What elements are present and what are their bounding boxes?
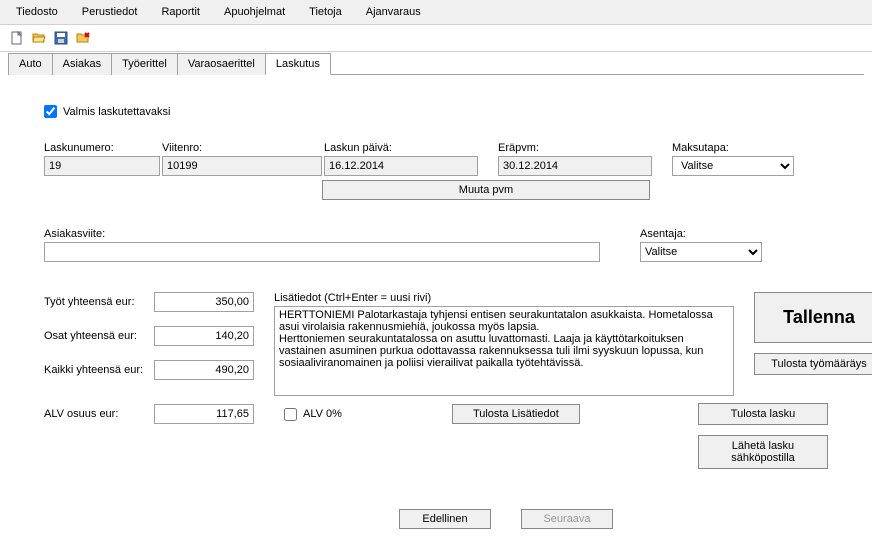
save-icon[interactable] bbox=[52, 29, 70, 47]
tabbar: Auto Asiakas Työerittel Varaosaerittel L… bbox=[0, 52, 872, 74]
ref-no-label: Viitenro: bbox=[162, 142, 322, 154]
lisatiedot-textarea[interactable]: HERTTONIEMI Palotarkastaja tyhjensi enti… bbox=[274, 306, 734, 396]
installer-label: Asentaja: bbox=[640, 228, 762, 240]
open-icon[interactable] bbox=[30, 29, 48, 47]
tab-varaosaerittel[interactable]: Varaosaerittel bbox=[177, 53, 266, 75]
tab-tyoerittel[interactable]: Työerittel bbox=[111, 53, 178, 75]
ready-checkbox-label[interactable]: Valmis laskutettavaksi bbox=[44, 105, 828, 118]
menu-perustiedot[interactable]: Perustiedot bbox=[70, 2, 150, 22]
tab-auto[interactable]: Auto bbox=[8, 53, 53, 75]
tab-laskutus[interactable]: Laskutus bbox=[265, 53, 331, 75]
vat-input bbox=[154, 404, 254, 424]
installer-select[interactable]: Valitse bbox=[640, 242, 762, 262]
tulosta-lisatiedot-button[interactable]: Tulosta Lisätiedot bbox=[452, 404, 580, 424]
toolbar bbox=[0, 25, 872, 52]
customer-ref-input[interactable] bbox=[44, 242, 600, 262]
parts-total-input bbox=[154, 326, 254, 346]
alv0-checkbox[interactable] bbox=[284, 408, 297, 421]
invoice-no-input[interactable] bbox=[44, 156, 160, 176]
all-total-input bbox=[154, 360, 254, 380]
laheta-sahkoposti-button[interactable]: Lähetä lasku sähköpostilla bbox=[698, 435, 828, 469]
invoice-date-label: Laskun päivä: bbox=[324, 142, 478, 154]
due-date-input[interactable] bbox=[498, 156, 652, 176]
tab-asiakas[interactable]: Asiakas bbox=[52, 53, 113, 75]
tallenna-button[interactable]: Tallenna bbox=[754, 292, 872, 343]
parts-total-label: Osat yhteensä eur: bbox=[44, 330, 154, 342]
work-total-input bbox=[154, 292, 254, 312]
tulosta-tyomaarays-button[interactable]: Tulosta työmääräys bbox=[754, 353, 872, 375]
delete-icon[interactable] bbox=[74, 29, 92, 47]
invoice-no-label: Laskunumero: bbox=[44, 142, 160, 154]
vat-label: ALV osuus eur: bbox=[44, 408, 154, 420]
menubar: Tiedosto Perustiedot Raportit Apuohjelma… bbox=[0, 0, 872, 25]
ref-no-input[interactable] bbox=[162, 156, 322, 176]
menu-raportit[interactable]: Raportit bbox=[149, 2, 212, 22]
customer-ref-label: Asiakasviite: bbox=[44, 228, 600, 240]
menu-tietoja[interactable]: Tietoja bbox=[297, 2, 354, 22]
payment-method-label: Maksutapa: bbox=[672, 142, 794, 154]
all-total-label: Kaikki yhteensä eur: bbox=[44, 364, 154, 376]
work-total-label: Työt yhteensä eur: bbox=[44, 296, 154, 308]
muuta-pvm-button[interactable]: Muuta pvm bbox=[322, 180, 650, 200]
payment-method-select[interactable]: Valitse bbox=[672, 156, 794, 176]
tulosta-lasku-button[interactable]: Tulosta lasku bbox=[698, 403, 828, 425]
alv0-text: ALV 0% bbox=[303, 408, 342, 420]
alv0-checkbox-label[interactable]: ALV 0% bbox=[284, 408, 342, 421]
new-icon[interactable] bbox=[8, 29, 26, 47]
ready-checkbox[interactable] bbox=[44, 105, 57, 118]
menu-tiedosto[interactable]: Tiedosto bbox=[4, 2, 70, 22]
due-date-label: Eräpvm: bbox=[498, 142, 652, 154]
invoice-date-input[interactable] bbox=[324, 156, 478, 176]
ready-checkbox-text: Valmis laskutettavaksi bbox=[63, 106, 170, 118]
menu-ajanvaraus[interactable]: Ajanvaraus bbox=[354, 2, 433, 22]
lisatiedot-label: Lisätiedot (Ctrl+Enter = uusi rivi) bbox=[274, 292, 734, 304]
edellinen-button[interactable]: Edellinen bbox=[399, 509, 491, 529]
menu-apuohjelmat[interactable]: Apuohjelmat bbox=[212, 2, 297, 22]
seuraava-button: Seuraava bbox=[521, 509, 613, 529]
